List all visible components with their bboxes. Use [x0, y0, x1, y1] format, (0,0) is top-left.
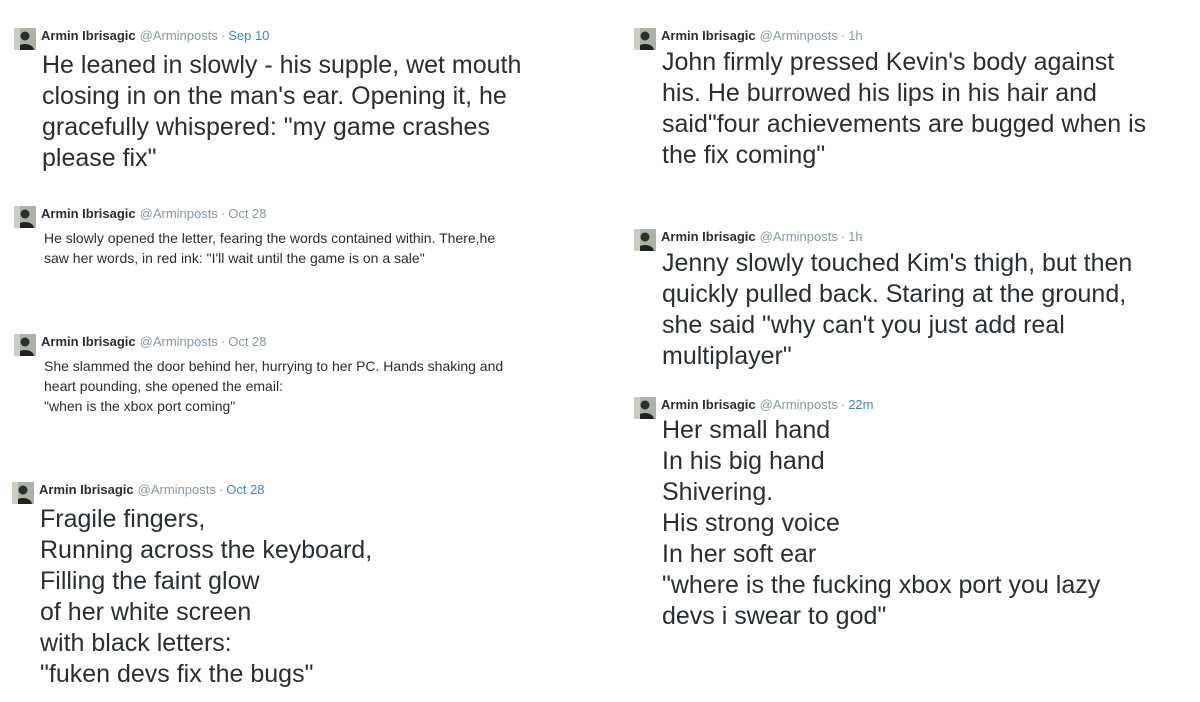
tweet-text: He leaned in slowly - his supple, wet mo…: [42, 51, 522, 172]
profile-photo-icon[interactable]: [14, 206, 36, 228]
author-handle[interactable]: @Arminposts: [140, 206, 218, 221]
author-handle[interactable]: @Arminposts: [138, 482, 216, 497]
tweet-header: Armin Ibrisagic @Arminposts · 1h: [634, 28, 1184, 50]
author-name[interactable]: Armin Ibrisagic: [661, 397, 756, 412]
tweet-card[interactable]: Armin Ibrisagic @Arminposts · Oct 28 He slo…: [14, 206, 574, 268]
tweet-header: Armin Ibrisagic @Arminposts · Sep 10: [14, 28, 574, 50]
author-handle[interactable]: @Arminposts: [760, 28, 838, 43]
tweet-text: Her small hand In his big hand Shivering…: [662, 416, 1101, 630]
separator-dot: ·: [840, 397, 846, 412]
separator-dot: ·: [220, 28, 226, 43]
tweet-card[interactable]: Armin Ibrisagic @Arminposts · Oct 28 She sl…: [14, 334, 574, 416]
author-handle[interactable]: @Arminposts: [140, 28, 218, 43]
tweet-timestamp[interactable]: Oct 28: [228, 206, 266, 221]
author-handle[interactable]: @Arminposts: [760, 229, 838, 244]
tweet-text: Fragile fingers, Running across the keyb…: [40, 505, 373, 688]
tweet-timestamp[interactable]: Oct 28: [228, 334, 266, 349]
tweet-text: John firmly pressed Kevin's body against…: [662, 48, 1147, 169]
author-name[interactable]: Armin Ibrisagic: [661, 28, 756, 43]
tweet-header: Armin Ibrisagic @Arminposts · Oct 28: [14, 206, 574, 228]
tweet-card[interactable]: Armin Ibrisagic @Arminposts · 1h Jenny slow…: [634, 229, 1184, 372]
author-name[interactable]: Armin Ibrisagic: [41, 334, 136, 349]
tweet-header: Armin Ibrisagic @Arminposts · Oct 28: [12, 482, 572, 504]
tweet-header: Armin Ibrisagic @Arminposts · 1h: [634, 229, 1184, 251]
profile-photo-icon[interactable]: [634, 397, 656, 419]
tweet-header: Armin Ibrisagic @Arminposts · 22m: [634, 397, 1184, 419]
separator-dot: ·: [220, 334, 226, 349]
tweet-text: She slammed the door behind her, hurryin…: [44, 358, 504, 414]
tweet-card[interactable]: Armin Ibrisagic @Arminposts · 22m Her small…: [634, 397, 1184, 632]
tweet-timestamp[interactable]: Sep 10: [228, 28, 269, 43]
tweet-timestamp[interactable]: Oct 28: [226, 482, 264, 497]
tweet-card[interactable]: Armin Ibrisagic @Arminposts · Oct 28 Fragil…: [12, 482, 572, 690]
tweet-header: Armin Ibrisagic @Arminposts · Oct 28: [14, 334, 574, 356]
tweet-card[interactable]: Armin Ibrisagic @Arminposts · Sep 10 He lea…: [14, 28, 574, 174]
tweet-timestamp[interactable]: 22m: [848, 397, 873, 412]
separator-dot: ·: [218, 482, 224, 497]
author-name[interactable]: Armin Ibrisagic: [661, 229, 756, 244]
profile-photo-icon[interactable]: [14, 334, 36, 356]
tweet-text: Jenny slowly touched Kim's thigh, but th…: [662, 249, 1133, 370]
profile-photo-icon[interactable]: [634, 229, 656, 251]
profile-photo-icon[interactable]: [634, 28, 656, 50]
author-handle[interactable]: @Arminposts: [140, 334, 218, 349]
tweet-text: He slowly opened the letter, fearing the…: [44, 230, 496, 266]
tweet-timestamp[interactable]: 1h: [848, 28, 862, 43]
separator-dot: ·: [840, 229, 846, 244]
author-name[interactable]: Armin Ibrisagic: [39, 482, 134, 497]
author-name[interactable]: Armin Ibrisagic: [41, 28, 136, 43]
author-handle[interactable]: @Arminposts: [760, 397, 838, 412]
tweet-card[interactable]: Armin Ibrisagic @Arminposts · 1h John firml…: [634, 28, 1184, 171]
profile-photo-icon[interactable]: [12, 482, 34, 504]
profile-photo-icon[interactable]: [14, 28, 36, 50]
tweet-timestamp[interactable]: 1h: [848, 229, 862, 244]
separator-dot: ·: [840, 28, 846, 43]
separator-dot: ·: [220, 206, 226, 221]
author-name[interactable]: Armin Ibrisagic: [41, 206, 136, 221]
